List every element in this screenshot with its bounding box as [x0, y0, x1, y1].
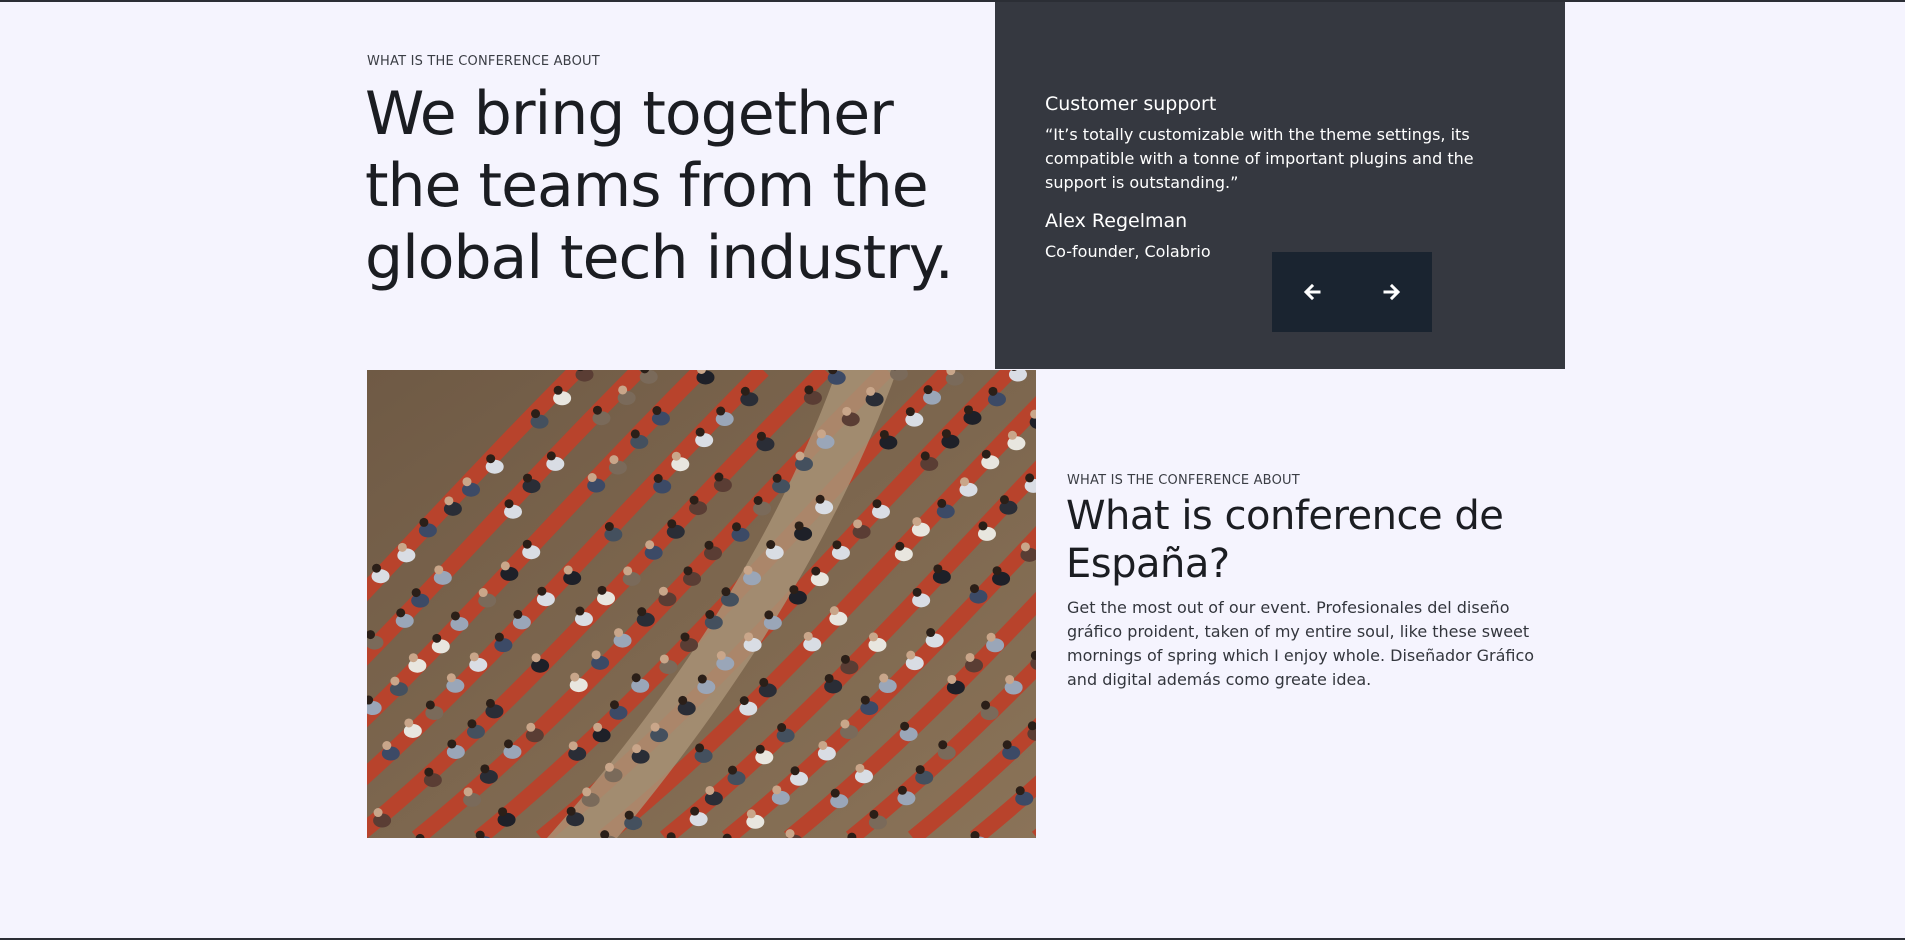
testimonial-card: Customer support “It’s totally customiza…	[995, 2, 1565, 369]
testimonial-title: Customer support	[1045, 93, 1217, 115]
intro-eyebrow: WHAT IS THE CONFERENCE ABOUT	[367, 54, 600, 69]
intro-headline: We bring together the teams from the glo…	[365, 79, 954, 293]
testimonial-author-name: Alex Regelman	[1045, 210, 1188, 232]
next-testimonial-button[interactable]	[1352, 252, 1432, 332]
arrow-right-icon	[1383, 283, 1401, 301]
about-heading: What is conference de España?	[1066, 493, 1504, 587]
testimonial-quote: “It’s totally customizable with the them…	[1045, 125, 1474, 192]
page: WHAT IS THE CONFERENCE ABOUT We bring to…	[0, 0, 1905, 940]
testimonial-slider-nav	[1272, 252, 1432, 332]
testimonial-author-role: Co-founder, Colabrio	[1045, 242, 1211, 261]
conference-audience-photo	[367, 370, 1036, 838]
about-eyebrow: WHAT IS THE CONFERENCE ABOUT	[1067, 473, 1300, 488]
prev-testimonial-button[interactable]	[1272, 252, 1352, 332]
arrow-left-icon	[1303, 283, 1321, 301]
about-body: Get the most out of our event. Profesion…	[1067, 598, 1535, 689]
